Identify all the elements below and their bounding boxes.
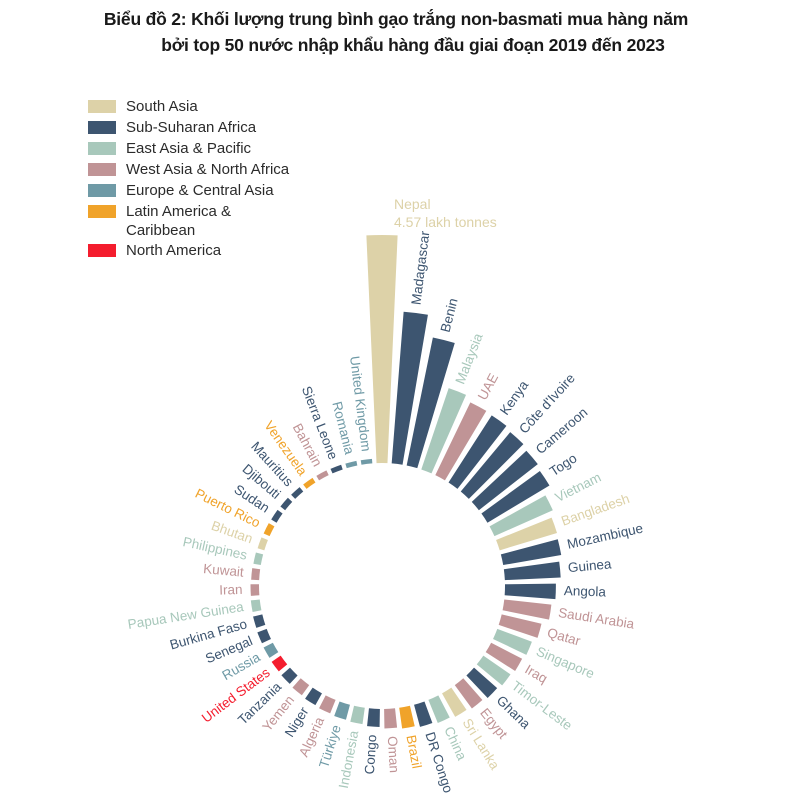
radial-bar[interactable] xyxy=(414,701,433,727)
radial-bar[interactable] xyxy=(360,458,373,465)
radial-bar[interactable] xyxy=(303,477,316,489)
bar-label: Angola xyxy=(564,583,607,599)
radial-bar[interactable] xyxy=(316,470,329,481)
bar-label: Iraq xyxy=(522,662,550,687)
bar-label: Kenya xyxy=(497,377,532,417)
bar-label: Brazil xyxy=(403,734,424,770)
radial-bar[interactable] xyxy=(330,464,343,474)
callout-annotation: Nepal 4.57 lakh tonnes xyxy=(394,196,497,230)
radial-bar[interactable] xyxy=(253,552,264,566)
bar-label: Guinea xyxy=(567,556,612,575)
bar-label: Kuwait xyxy=(203,561,245,580)
radial-bar[interactable] xyxy=(281,667,298,684)
bars-group xyxy=(250,235,562,729)
radial-bar[interactable] xyxy=(271,655,288,672)
bar-label: Madagascar xyxy=(408,230,432,306)
radial-bar[interactable] xyxy=(319,695,336,714)
bar-label: Togo xyxy=(547,450,580,479)
bar-label: Saudi Arabia xyxy=(557,605,635,632)
bar-label: Qatar xyxy=(546,625,583,649)
bar-label: Benin xyxy=(438,297,461,334)
bar-label: Malaysia xyxy=(452,331,485,387)
radial-bar[interactable] xyxy=(257,628,271,644)
radial-bar[interactable] xyxy=(253,614,266,628)
radial-bar[interactable] xyxy=(384,708,398,729)
bar-label: Congo xyxy=(362,734,379,775)
bar-label: Iran xyxy=(219,582,243,598)
radial-bar[interactable] xyxy=(399,705,415,729)
bar-label: Oman xyxy=(385,736,402,774)
radial-bar-chart: MadagascarBeninMalaysiaUAEKenyaCôte d'Iv… xyxy=(127,196,645,795)
radial-bar[interactable] xyxy=(350,705,365,725)
radial-bar[interactable] xyxy=(251,568,261,581)
radial-bar[interactable] xyxy=(263,523,275,537)
radial-bar[interactable] xyxy=(334,701,350,720)
radial-bar[interactable] xyxy=(250,599,262,613)
radial-bar[interactable] xyxy=(263,642,279,658)
radial-bar[interactable] xyxy=(292,678,310,696)
callout-value: 4.57 lakh tonnes xyxy=(394,214,497,230)
radial-bar[interactable] xyxy=(345,460,358,469)
radial-bar[interactable] xyxy=(504,583,556,600)
callout-country: Nepal xyxy=(394,196,431,212)
chart-page: Biểu đồ 2: Khối lượng trung bình gạo trắ… xyxy=(0,0,792,795)
radial-bar[interactable] xyxy=(250,584,260,596)
radial-bar[interactable] xyxy=(305,687,322,706)
radial-bar[interactable] xyxy=(367,708,380,727)
radial-bar[interactable] xyxy=(257,537,268,551)
radial-bar[interactable] xyxy=(280,497,293,511)
bar-label: Mozambique xyxy=(566,521,645,552)
radial-bar[interactable] xyxy=(291,487,304,499)
radial-bar[interactable] xyxy=(503,561,561,581)
radial-bar[interactable] xyxy=(271,509,283,523)
bar-label: UAE xyxy=(475,371,501,403)
